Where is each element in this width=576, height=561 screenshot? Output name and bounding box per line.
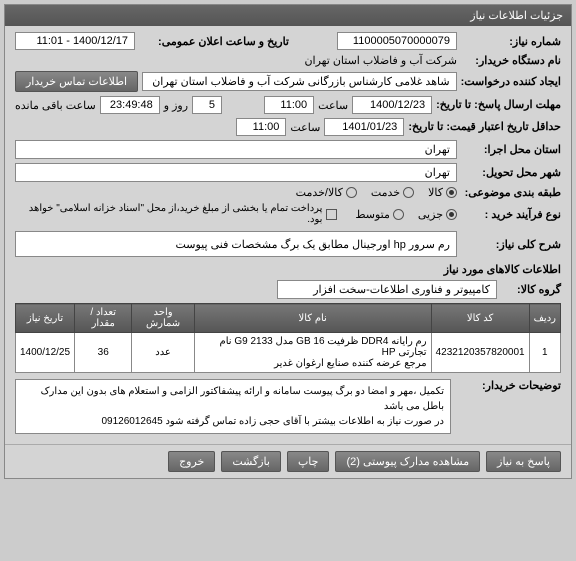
radio-icon (403, 187, 414, 198)
need-number-label: شماره نیاز: (461, 35, 561, 48)
submit-deadline-label: مهلت ارسال پاسخ: تا تاریخ: (436, 98, 561, 112)
reply-button[interactable]: پاسخ به نیاز (486, 451, 561, 472)
category-service-label: خدمت (371, 186, 400, 199)
min-validity-date: 1401/01/23 (324, 118, 404, 136)
cell-name-line1: رم رایانه DDR4 ظرفیت GB 16 مدل G9 2133 ن… (199, 336, 427, 358)
col-name: نام کالا (194, 304, 431, 333)
col-qty: تعداد / مقدار (75, 304, 132, 333)
exec-city-label: استان محل اجرا: (461, 143, 561, 156)
days-label: روز و (164, 99, 188, 112)
radio-icon (446, 187, 457, 198)
table-header-row: ردیف کد کالا نام کالا واحد شمارش تعداد /… (16, 304, 561, 333)
cell-qty: 36 (75, 333, 132, 373)
cell-name: رم رایانه DDR4 ظرفیت GB 16 مدل G9 2133 ن… (194, 333, 431, 373)
cell-row: 1 (529, 333, 560, 373)
contact-info-button[interactable]: اطلاعات تماس خریدار (15, 71, 138, 92)
items-table: ردیف کد کالا نام کالا واحد شمارش تعداد /… (15, 303, 561, 373)
purchase-medium-label: متوسط (355, 208, 390, 221)
purchase-small-option[interactable]: جزیی (418, 208, 457, 221)
buyer-notes-line2: در صورت نیاز به اطلاعات بیشتر با آقای حج… (22, 414, 444, 429)
cell-code: 4232120357820001 (431, 333, 529, 373)
public-announce-label: تاریخ و ساعت اعلان عمومی: (139, 35, 289, 48)
requester-label: ایجاد کننده درخواست: (461, 75, 561, 88)
purchase-medium-option[interactable]: متوسط (355, 208, 404, 221)
cell-unit: عدد (132, 333, 194, 373)
buyer-notes-label: توضیحات خریدار: (461, 379, 561, 392)
public-announce-value: 1400/12/17 - 11:01 (15, 32, 135, 50)
saat-label-1: ساعت (318, 99, 348, 112)
col-code: کد کالا (431, 304, 529, 333)
need-number-value: 1100005070000079 (337, 32, 457, 50)
payment-note: پرداخت تمام یا بخشی از مبلغ خرید،از محل … (15, 203, 322, 225)
group-value: کامپیوتر و فناوری اطلاعات-سخت افزار (277, 280, 497, 299)
exit-button[interactable]: خروج (168, 451, 215, 472)
category-goods-option[interactable]: کالا (428, 186, 457, 199)
col-row: ردیف (529, 304, 560, 333)
purchase-small-label: جزیی (418, 208, 443, 221)
category-goods-label: کالا (428, 186, 443, 199)
purchase-type-radio-group: جزیی متوسط (355, 208, 457, 221)
remaining-label: ساعت باقی مانده (15, 99, 96, 112)
buyer-org-value: شرکت آب و فاضلاب استان تهران (304, 54, 457, 67)
buyer-notes-box: تکمیل ،مهر و امضا دو برگ پیوست سامانه و … (15, 379, 451, 434)
min-validity-time: 11:00 (236, 118, 286, 136)
radio-icon (393, 209, 404, 220)
submit-deadline-time: 11:00 (264, 96, 314, 114)
category-both-option[interactable]: کالا/خدمت (296, 186, 357, 199)
print-button[interactable]: چاپ (287, 451, 330, 472)
purchase-type-label: نوع فرآیند خرید : (461, 208, 561, 221)
category-label: طبقه بندی موضوعی: (461, 186, 561, 199)
table-row: 1 4232120357820001 رم رایانه DDR4 ظرفیت … (16, 333, 561, 373)
col-unit: واحد شمارش (132, 304, 194, 333)
delivery-city-label: شهر محل تحویل: (461, 166, 561, 179)
need-details-panel: جزئیات اطلاعات نیاز شماره نیاز: 11000050… (4, 4, 572, 479)
panel-content: شماره نیاز: 1100005070000079 تاریخ و ساع… (5, 26, 571, 444)
col-date: تاریخ نیاز (16, 304, 75, 333)
need-desc-value: رم سرور hp اورجینال مطابق یک برگ مشخصات … (15, 231, 457, 257)
requester-value: شاهد غلامی کارشناس بازرگانی شرکت آب و فا… (142, 72, 457, 91)
days-remaining-value: 5 (192, 96, 222, 114)
saat-label-2: ساعت (290, 121, 320, 134)
panel-title: جزئیات اطلاعات نیاز (470, 10, 563, 22)
exec-city-value: تهران (15, 140, 457, 159)
attachments-button[interactable]: مشاهده مدارک پیوستی (2) (335, 451, 480, 472)
radio-icon (446, 209, 457, 220)
radio-icon (346, 187, 357, 198)
category-radio-group: کالا خدمت کالا/خدمت (296, 186, 457, 199)
delivery-city-value: تهران (15, 163, 457, 182)
button-row: پاسخ به نیاز مشاهده مدارک پیوستی (2) چاپ… (5, 444, 571, 478)
cell-date: 1400/12/25 (16, 333, 75, 373)
category-service-option[interactable]: خدمت (371, 186, 414, 199)
submit-deadline-date: 1400/12/23 (352, 96, 432, 114)
min-validity-label: حداقل تاریخ اعتبار قیمت: تا تاریخ: (408, 120, 561, 134)
needed-items-title: اطلاعات کالاهای مورد نیاز (15, 263, 561, 276)
group-label: گروه کالا: (501, 283, 561, 296)
buyer-notes-line1: تکمیل ،مهر و امضا دو برگ پیوست سامانه و … (22, 384, 444, 414)
buyer-org-label: نام دستگاه خریدار: (461, 54, 561, 67)
category-both-label: کالا/خدمت (296, 186, 343, 199)
cell-name-line2: مرجع عرضه کننده صنایع ارغوان غدیر (199, 358, 427, 369)
panel-header: جزئیات اطلاعات نیاز (5, 5, 571, 26)
need-desc-label: شرح کلی نیاز: (461, 238, 561, 251)
payment-checkbox[interactable] (326, 209, 337, 220)
back-button[interactable]: بازگشت (221, 451, 281, 472)
time-remaining-value: 23:49:48 (100, 96, 160, 114)
